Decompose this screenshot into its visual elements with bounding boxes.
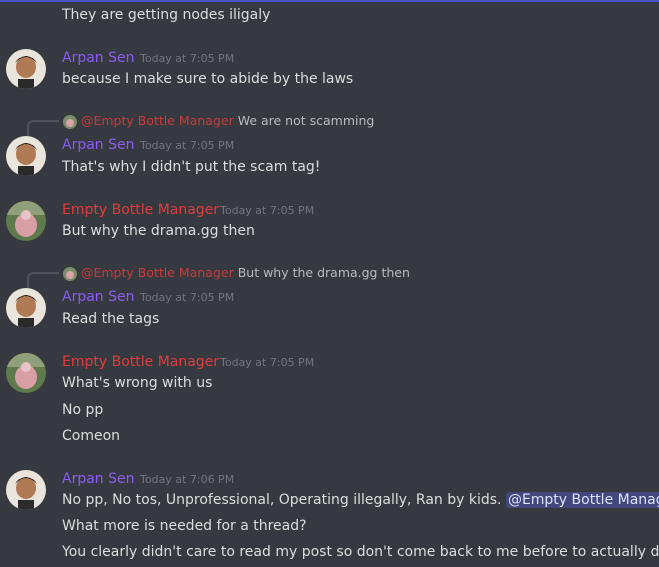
timestamp: Today at 7:05 PM xyxy=(220,356,315,369)
avatar-arpan-icon xyxy=(6,470,46,510)
avatar-arpan-icon xyxy=(6,49,46,89)
message-text: You clearly didn't care to read my post … xyxy=(62,544,659,560)
message-text: Read the tags xyxy=(62,311,160,327)
reply-avatar-icon xyxy=(63,114,77,129)
message-text: Comeon xyxy=(62,428,121,444)
message-text: What's wrong with us xyxy=(62,375,213,391)
message-line: No pp, No tos, Unprofessional, Operating… xyxy=(62,491,659,509)
reply-spine xyxy=(27,272,59,288)
timestamp: Today at 7:05 PM xyxy=(140,139,235,152)
author-name[interactable]: Empty Bottle Manager xyxy=(62,201,219,219)
reply-preview[interactable]: @Empty Bottle Manager We are not scammin… xyxy=(63,113,374,129)
avatar-arpan-icon xyxy=(6,136,46,176)
avatar[interactable] xyxy=(6,353,46,393)
message-text: What more is needed for a thread? xyxy=(62,518,307,534)
reply-text: But why the drama.gg then xyxy=(237,265,410,280)
timestamp: Today at 7:06 PM xyxy=(140,473,235,486)
avatar[interactable] xyxy=(6,49,46,89)
reply-avatar-icon xyxy=(63,266,77,281)
message-text: They are getting nodes iligaly xyxy=(62,7,271,23)
message-text: But why the drama.gg then xyxy=(62,223,255,239)
message-text: That's why I didn't put the scam tag! xyxy=(62,159,321,175)
author-name[interactable]: Arpan Sen xyxy=(62,470,135,488)
author-name[interactable]: Arpan Sen xyxy=(62,136,135,154)
avatar-empty-bottle-icon xyxy=(6,353,46,393)
author-name[interactable]: Empty Bottle Manager xyxy=(62,353,219,371)
user-mention[interactable]: @Empty Bottle Manager xyxy=(505,492,659,508)
reply-author[interactable]: @Empty Bottle Manager xyxy=(81,265,234,280)
avatar[interactable] xyxy=(6,470,46,510)
timestamp: Today at 7:05 PM xyxy=(140,291,235,304)
avatar-empty-bottle-icon xyxy=(6,201,46,241)
avatar[interactable] xyxy=(6,136,46,176)
reply-text: We are not scamming xyxy=(237,113,375,128)
author-name[interactable]: Arpan Sen xyxy=(62,49,135,67)
message-text: because I make sure to abide by the laws xyxy=(62,71,354,87)
reply-author[interactable]: @Empty Bottle Manager xyxy=(81,113,234,128)
message-text: No pp xyxy=(62,402,104,418)
author-name[interactable]: Arpan Sen xyxy=(62,288,135,306)
avatar-arpan-icon xyxy=(6,288,46,328)
new-messages-divider xyxy=(0,0,659,2)
timestamp: Today at 7:05 PM xyxy=(140,52,235,65)
reply-spine xyxy=(27,120,59,136)
avatar[interactable] xyxy=(6,288,46,328)
message-text: No pp, No tos, Unprofessional, Operating… xyxy=(62,492,502,508)
reply-preview[interactable]: @Empty Bottle Manager But why the drama.… xyxy=(63,265,410,281)
avatar[interactable] xyxy=(6,201,46,241)
timestamp: Today at 7:05 PM xyxy=(220,204,315,217)
